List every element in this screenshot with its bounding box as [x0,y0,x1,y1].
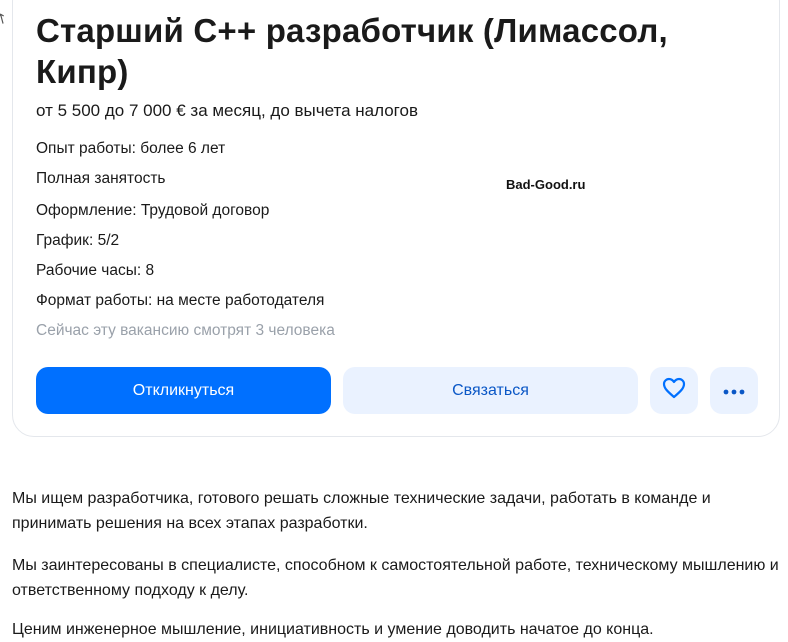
description-paragraph: Мы заинтересованы в специалисте, способн… [12,557,779,599]
detail-experience: Опыт работы: более 6 лет [36,140,226,157]
detail-employment: Полная занятость [36,170,166,187]
more-dots-icon [723,382,745,400]
vacancy-title: Старший C++ разработчик (Лимассол, Кипр) [36,12,668,90]
detail-work-format: Формат работы: на месте работодателя [36,292,325,309]
respond-button[interactable]: Откликнуться [36,367,331,414]
detail-schedule: График: 5/2 [36,232,120,249]
cursor-arrow-icon: ↖ [0,8,12,28]
description-paragraph: Мы ищем разработчика, готового решать сл… [12,490,711,532]
watermark: Bad-Good.ru [506,177,586,192]
description-paragraph: Ценим инженерное мышление, инициативност… [12,621,654,638]
detail-contract: Оформление: Трудовой договор [36,202,270,219]
more-button[interactable] [710,367,758,414]
detail-hours: Рабочие часы: 8 [36,262,155,279]
heart-icon [662,377,686,404]
favorite-button[interactable] [650,367,698,414]
contact-button[interactable]: Связаться [343,367,638,414]
viewers-count: Сейчас эту вакансию смотрят 3 человека [36,322,335,339]
vacancy-salary: от 5 500 до 7 000 € за месяц, до вычета … [36,101,418,120]
